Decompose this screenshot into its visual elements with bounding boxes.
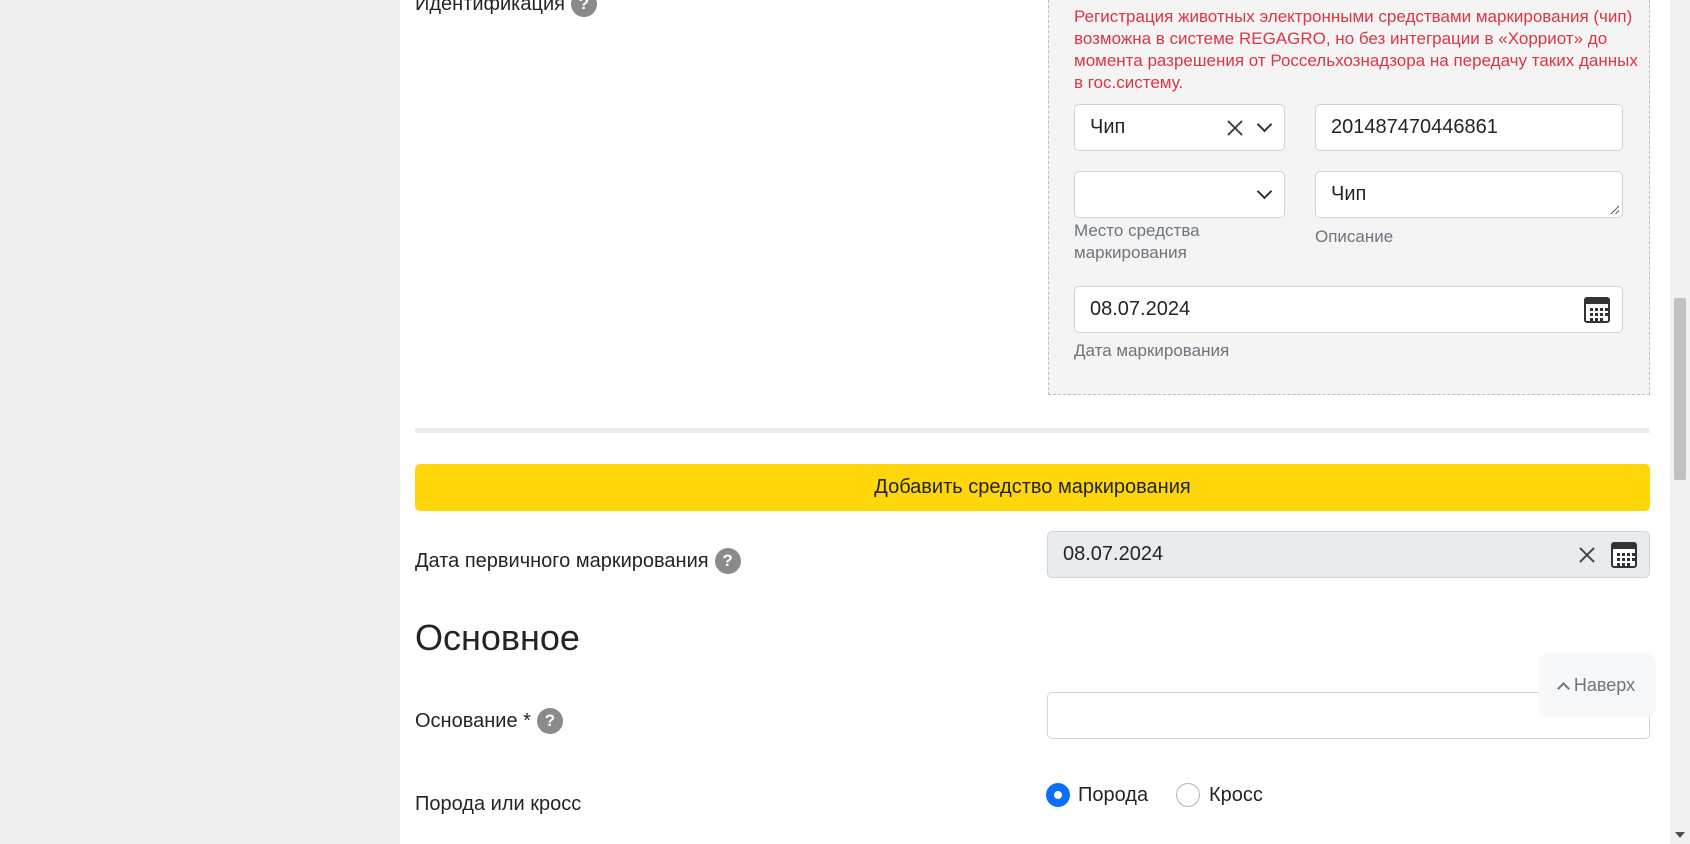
basis-label-text: Основание * <box>415 709 531 732</box>
cross-radio[interactable] <box>1176 783 1200 807</box>
back-to-top-button[interactable]: Наверх <box>1538 653 1656 717</box>
help-icon[interactable]: ? <box>714 548 741 574</box>
marking-number-value: 201487470446861 <box>1331 116 1498 138</box>
clear-icon[interactable] <box>1577 545 1597 565</box>
marking-date-value: 08.07.2024 <box>1090 298 1191 320</box>
breed-radio-label[interactable]: Порода <box>1078 784 1148 807</box>
chevron-down-icon[interactable] <box>1256 116 1273 132</box>
chevron-down-icon[interactable] <box>1256 183 1273 199</box>
back-to-top-label: Наверх <box>1573 674 1636 695</box>
help-icon[interactable]: ? <box>570 0 597 17</box>
marking-date-input[interactable]: 08.07.2024 <box>1074 286 1623 333</box>
description-textarea[interactable]: Чип <box>1315 171 1623 218</box>
primary-marking-date-label: Дата первичного маркирования ? <box>415 548 741 574</box>
marking-type-select[interactable]: Чип <box>1074 104 1285 151</box>
calendar-icon[interactable] <box>1611 541 1637 568</box>
primary-marking-date-value: 08.07.2024 <box>1063 543 1164 565</box>
breed-or-cross-label-text: Порода или кросс <box>415 793 582 815</box>
help-icon[interactable]: ? <box>536 708 563 734</box>
description-value: Чип <box>1331 183 1367 205</box>
clear-icon[interactable] <box>1225 118 1245 138</box>
marking-number-input[interactable]: 201487470446861 <box>1315 104 1623 151</box>
primary-marking-date-label-text: Дата первичного маркирования <box>415 549 709 572</box>
chip-warning-text: Регистрация животных электронными средст… <box>1074 7 1638 92</box>
scrollbar-thumb[interactable] <box>1674 298 1686 480</box>
description-label: Описание <box>1315 227 1394 246</box>
identification-label: Идентификация ? <box>415 0 597 17</box>
cross-radio-label[interactable]: Кросс <box>1209 784 1263 807</box>
resize-handle-icon[interactable] <box>1610 205 1619 214</box>
add-marking-device-button[interactable]: Добавить средство маркирования <box>415 464 1650 511</box>
marking-type-value: Чип <box>1090 116 1126 138</box>
basis-label: Основание * ? <box>415 708 563 734</box>
primary-marking-date-input[interactable]: 08.07.2024 <box>1047 531 1650 578</box>
breed-or-cross-label: Порода или кросс <box>415 793 581 816</box>
page-scrollbar[interactable] <box>1670 0 1690 844</box>
marking-date-label: Дата маркирования <box>1074 341 1230 360</box>
marking-place-select[interactable] <box>1074 171 1285 218</box>
scroll-down-arrow-icon[interactable] <box>1675 832 1685 838</box>
calendar-icon[interactable] <box>1584 296 1610 323</box>
breed-radio[interactable] <box>1046 783 1070 807</box>
identification-label-text: Идентификация <box>415 0 565 15</box>
section-title: Основное <box>415 617 580 658</box>
chevron-up-icon <box>1557 681 1570 695</box>
marking-place-label: Место средства маркирования <box>1074 221 1200 262</box>
section-divider <box>415 428 1650 433</box>
